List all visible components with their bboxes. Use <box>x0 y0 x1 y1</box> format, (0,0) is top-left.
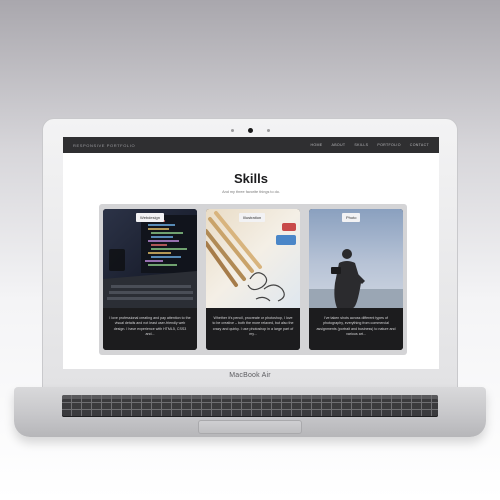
device-brand-label: MacBook Air <box>229 372 271 379</box>
skill-description: Whether it's pencil, procreate or photos… <box>206 308 300 350</box>
skill-tag: Illustration <box>239 213 266 222</box>
skill-card-illustration[interactable]: Illustration Whether it's pencil, procre… <box>206 209 300 350</box>
nav-skills[interactable]: Skills <box>354 143 368 147</box>
nav-contact[interactable]: Contact <box>410 143 429 147</box>
page-subtitle: And my three favorite things to do. <box>222 190 280 194</box>
skill-description: I've taken shots across different types … <box>309 308 403 350</box>
photographer-image <box>309 209 403 308</box>
laptop-base <box>14 387 486 437</box>
nav-portfolio[interactable]: Portfolio <box>377 143 400 147</box>
laptop-lid: Responsive portfolio Home About Skills P… <box>42 118 458 390</box>
skill-card-photo[interactable]: Photo I've taken shots across different … <box>309 209 403 350</box>
skill-tag: Webdesign <box>136 213 164 222</box>
site-navbar: Responsive portfolio Home About Skills P… <box>63 137 439 153</box>
skill-card-webdesign[interactable]: Webdesign I love professional creating a… <box>103 209 197 350</box>
skill-tag: Photo <box>342 213 361 222</box>
pencils-sketch-image <box>206 209 300 308</box>
nav-about[interactable]: About <box>332 143 346 147</box>
skill-description: I love professional creating and pay att… <box>103 308 197 350</box>
trackpad <box>198 420 302 434</box>
laptop-screen: Responsive portfolio Home About Skills P… <box>63 137 439 369</box>
camera-icon <box>248 128 253 133</box>
site-name[interactable]: Responsive portfolio <box>73 143 135 148</box>
keyboard <box>62 395 438 417</box>
laptop-code-image <box>103 209 197 308</box>
nav-home[interactable]: Home <box>311 143 323 147</box>
nav-links: Home About Skills Portfolio Contact <box>311 143 429 147</box>
sensor-right-icon <box>267 129 270 132</box>
page-title: Skills <box>234 171 268 186</box>
skills-cards: Webdesign I love professional creating a… <box>99 204 407 355</box>
sensor-left-icon <box>231 129 234 132</box>
